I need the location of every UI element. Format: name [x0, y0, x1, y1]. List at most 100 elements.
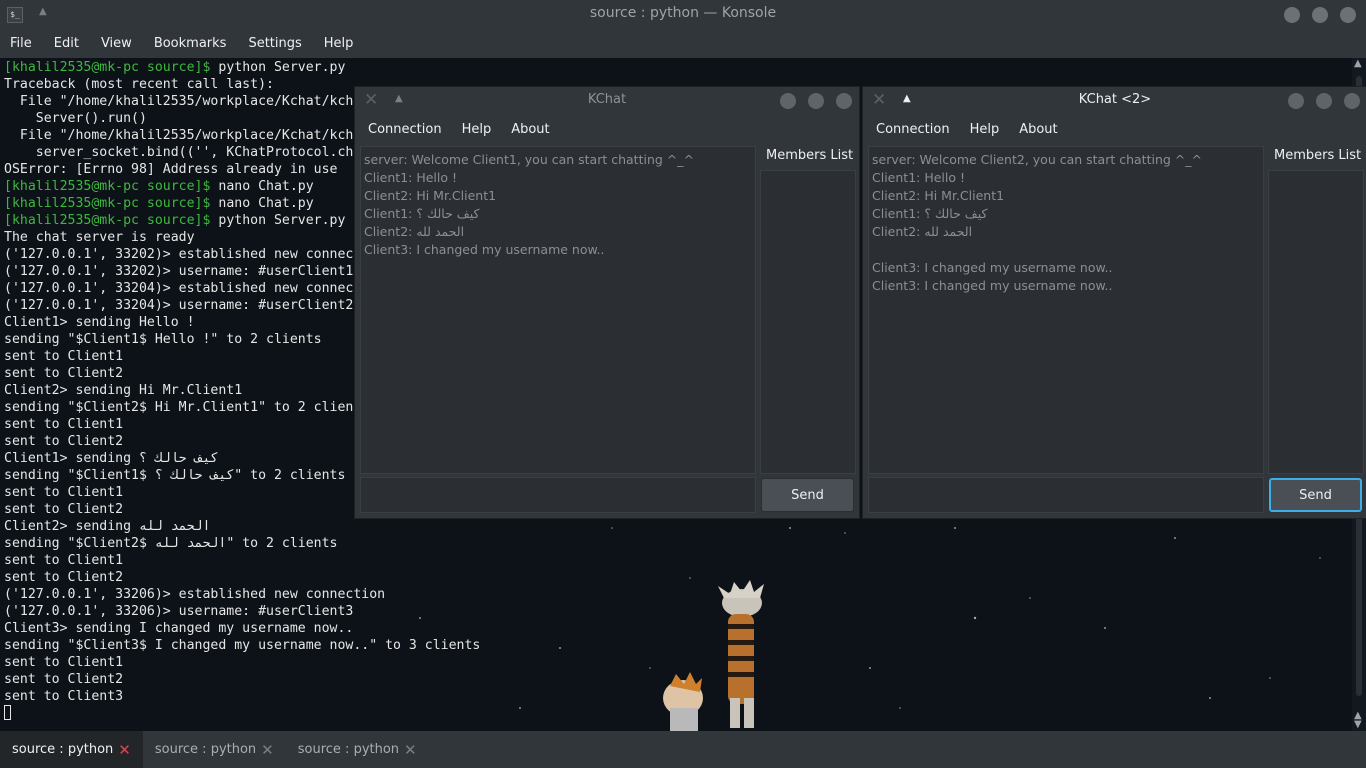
- close-button[interactable]: [836, 93, 852, 109]
- tab-session-3[interactable]: source : python ✕: [286, 731, 429, 768]
- members-panel: Members List: [1268, 146, 1364, 474]
- maximize-button[interactable]: [1312, 7, 1328, 23]
- terminal-line-text: sent to Client3: [4, 689, 124, 704]
- menu-about[interactable]: About: [1019, 122, 1057, 137]
- scroll-down-icon[interactable]: ▲ ▼: [1354, 711, 1362, 730]
- chat-message: Client1: كيف حالك ؟: [364, 206, 480, 221]
- menu-bookmarks[interactable]: Bookmarks: [154, 36, 227, 51]
- terminal-line-text: OSError: [Errno 98] Address already in u…: [4, 162, 338, 177]
- terminal-line: Client2> sending الحمد لله: [4, 518, 480, 535]
- tab-close-icon[interactable]: ✕: [261, 741, 274, 759]
- terminal-line-text: ('127.0.0.1', 33202)> established new co…: [4, 247, 354, 262]
- terminal-line-text: File "/home/khalil2535/workplace/Kchat/k…: [4, 94, 354, 109]
- terminal-line-text: Client3> sending I changed my username n…: [4, 621, 354, 636]
- maximize-button[interactable]: [1316, 93, 1332, 109]
- terminal-line-text: sent to Client2: [4, 502, 124, 517]
- menu-settings[interactable]: Settings: [248, 36, 301, 51]
- chat-message: Client3: I changed my username now..: [872, 260, 1113, 275]
- menu-view[interactable]: View: [101, 36, 132, 51]
- terminal-line: sent to Client1: [4, 552, 480, 569]
- terminal-line: sent to Client1: [4, 654, 480, 671]
- close-button[interactable]: [1344, 93, 1360, 109]
- terminal-line-text: File "/home/khalil2535/workplace/Kchat/k…: [4, 128, 354, 143]
- members-list-header: Members List: [1274, 148, 1362, 163]
- terminal-line: Client3> sending I changed my username n…: [4, 620, 480, 637]
- tab-close-icon[interactable]: ✕: [404, 741, 417, 759]
- chat-message: Client2: الحمد لله: [872, 224, 973, 239]
- kchat-titlebar: ✕ ▲ KChat <2>: [863, 87, 1366, 115]
- terminal-line: sent to Client2: [4, 569, 480, 586]
- terminal-line-text: sent to Client2: [4, 672, 124, 687]
- menu-help[interactable]: Help: [324, 36, 354, 51]
- kchat-titlebar: ✕ ▲ KChat: [355, 87, 859, 115]
- menu-connection[interactable]: Connection: [876, 122, 950, 137]
- send-button[interactable]: Send: [761, 478, 854, 512]
- minimize-button[interactable]: [780, 93, 796, 109]
- terminal-cursor-line: [4, 705, 480, 722]
- chat-message: Client2: Hi Mr.Client1: [364, 188, 497, 203]
- terminal-line-text: sent to Client2: [4, 434, 124, 449]
- konsole-tabbar: source : python ✕ source : python ✕ sour…: [0, 731, 1366, 768]
- terminal-line-text: sent to Client1: [4, 349, 124, 364]
- terminal-cursor: [4, 705, 11, 720]
- terminal-line: sent to Client3: [4, 688, 480, 705]
- members-list[interactable]: [1268, 170, 1364, 474]
- menu-about[interactable]: About: [511, 122, 549, 137]
- kchat-menubar: Connection Help About: [355, 115, 859, 143]
- chat-history[interactable]: server: Welcome Client1, you can start c…: [360, 146, 756, 474]
- tab-close-icon[interactable]: ✕: [118, 741, 131, 759]
- window-title: source : python — Konsole: [589, 5, 777, 21]
- terminal-line-text: sending "$Client2$ الحمد لله" to 2 clien…: [4, 536, 338, 551]
- tab-label: source : python: [154, 742, 257, 757]
- terminal-line-text: The chat server is ready: [4, 230, 195, 245]
- scroll-up-icon[interactable]: ▲: [1354, 58, 1362, 69]
- minimize-button[interactable]: [1288, 93, 1304, 109]
- chat-message: server: Welcome Client2, you can start c…: [872, 152, 1202, 167]
- members-list-header: Members List: [766, 148, 854, 163]
- terminal-line-text: sending "$Client2$ Hi Mr.Client1" to 2 c…: [4, 400, 354, 415]
- chat-message: Client1: كيف حالك ؟: [872, 206, 988, 221]
- chat-message: Client2: Hi Mr.Client1: [872, 188, 1005, 203]
- terminal-line-text: sending "$Client1$ كيف حالك ؟" to 2 clie…: [4, 468, 346, 483]
- members-list[interactable]: [760, 170, 856, 474]
- maximize-button[interactable]: [808, 93, 824, 109]
- terminal-line-text: ('127.0.0.1', 33206)> established new co…: [4, 587, 386, 602]
- menu-help[interactable]: Help: [462, 122, 492, 137]
- terminal-line: ('127.0.0.1', 33206)> established new co…: [4, 586, 480, 603]
- terminal-line-text: sent to Client1: [4, 655, 124, 670]
- menu-connection[interactable]: Connection: [368, 122, 442, 137]
- terminal-line-text: sent to Client1: [4, 553, 124, 568]
- terminal-line-text: sent to Client1: [4, 417, 124, 432]
- menu-help[interactable]: Help: [970, 122, 1000, 137]
- send-button[interactable]: Send: [1269, 478, 1362, 512]
- terminal-line: sending "$Client2$ الحمد لله" to 2 clien…: [4, 535, 480, 552]
- kchat-window-1: ✕ ▲ KChat Connection Help About server: …: [354, 86, 860, 519]
- tab-session-2[interactable]: source : python ✕: [143, 731, 286, 768]
- tab-label: source : python: [12, 742, 114, 757]
- terminal-line-text: sending "$Client1$ Hello !" to 2 clients: [4, 332, 322, 347]
- terminal-line-text: nano Chat.py: [210, 196, 314, 211]
- tab-label: source : python: [297, 742, 400, 757]
- kchat-menubar: Connection Help About: [863, 115, 1366, 143]
- terminal-line-text: Server().run(): [4, 111, 147, 126]
- shell-prompt: [khalil2535@mk-pc source]$: [4, 179, 211, 194]
- close-button[interactable]: [1340, 7, 1356, 23]
- terminal-line-text: sent to Client2: [4, 570, 124, 585]
- minimize-button[interactable]: [1284, 7, 1300, 23]
- members-panel: Members List: [760, 146, 856, 474]
- terminal-line-text: Client1> sending كيف حالك ؟: [4, 451, 219, 466]
- chat-history[interactable]: server: Welcome Client2, you can start c…: [868, 146, 1264, 474]
- terminal-line-text: nano Chat.py: [210, 179, 314, 194]
- menu-file[interactable]: File: [10, 36, 32, 51]
- tab-session-1[interactable]: source : python ✕: [0, 731, 143, 768]
- terminal-line-text: ('127.0.0.1', 33204)> username: #userCli…: [4, 298, 354, 313]
- shell-prompt: [khalil2535@mk-pc source]$: [4, 213, 211, 228]
- terminal-line-text: Client1> sending Hello !: [4, 315, 195, 330]
- message-input[interactable]: [868, 477, 1264, 513]
- terminal-line-text: sending "$Client3$ I changed my username…: [4, 638, 481, 653]
- chat-message: server: Welcome Client1, you can start c…: [364, 152, 694, 167]
- menu-edit[interactable]: Edit: [54, 36, 79, 51]
- message-input[interactable]: [360, 477, 756, 513]
- konsole-titlebar: $_ ▲ source : python — Konsole: [0, 0, 1366, 29]
- terminal-line-text: server_socket.bind(('', KChatProtocol.ch: [4, 145, 354, 160]
